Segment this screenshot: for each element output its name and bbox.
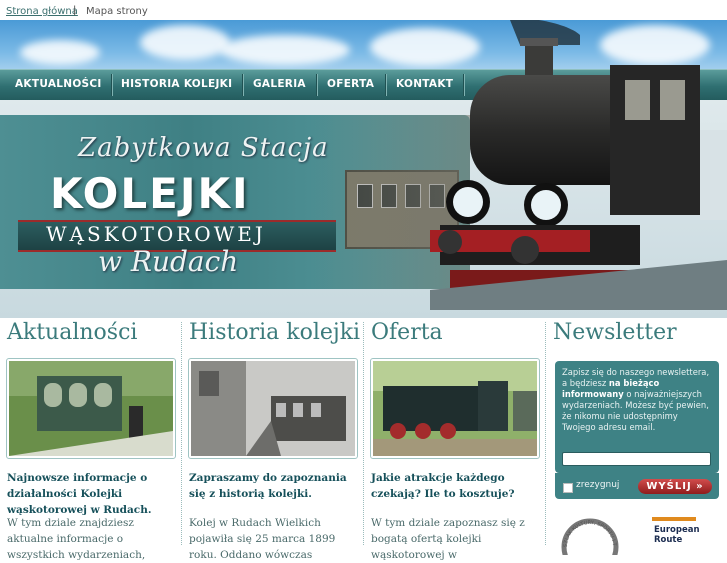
offer-photo[interactable] [370,358,540,459]
european-route-logo[interactable]: European Route [652,517,702,545]
offer-lead[interactable]: Jakie atrakcje każdego czekają? Ile to k… [371,470,541,502]
section-title-newsletter: Newsletter [553,320,677,345]
nav-item-historia[interactable]: HISTORIA KOLEJKI [121,78,232,90]
banner-title-line4: w Rudach [98,245,239,278]
history-text: Kolej w Rudach Wielkich pojawiła się 25 … [189,517,336,561]
newsletter-box: Zapisz się do naszego newslettera, a będ… [555,361,719,473]
news-text: W tym dziale znajdziesz aktualne informa… [7,517,146,561]
nav-item-galeria[interactable]: GALERIA [253,78,306,90]
section-title-historia[interactable]: Historia kolejki [189,320,360,345]
unsubscribe-checkbox[interactable] [563,483,573,493]
locomotive-image [430,20,727,310]
banner-title-line2: KOLEJKI [50,169,250,218]
newsletter-email-input[interactable] [562,452,711,466]
newsletter-description: Zapisz się do naszego newslettera, a będ… [562,367,710,432]
nav-item-oferta[interactable]: OFERTA [327,78,374,90]
topbar-separator: | [73,5,77,16]
history-photo[interactable] [188,358,358,459]
send-arrow-icon: » [696,481,704,492]
history-lead[interactable]: Zapraszamy do zapoznania się z historią … [189,470,359,502]
news-photo[interactable] [6,358,176,459]
unsubscribe-label: zrezygnuj [576,480,620,490]
offer-text: W tym dziale zapoznasz się z bogatą ofer… [371,517,525,561]
nav-item-aktualnosci[interactable]: AKTUALNOŚCI [15,78,102,90]
culture-route-badge[interactable]: SZLAK KULTURY, SPORTU I TURYSTYKI [557,515,627,555]
banner-title-line3: WĄSKOTOROWEJ [46,222,266,246]
section-title-aktualnosci[interactable]: Aktualności [7,320,137,345]
news-lead[interactable]: Najnowsze informacje o działalności Kole… [7,470,177,518]
banner-title-line1: Zabytkowa Stacja [78,133,329,163]
send-button[interactable]: WYŚLIJ » [638,479,712,494]
section-title-oferta[interactable]: Oferta [371,320,443,345]
home-link[interactable]: Strona główna [6,6,78,17]
sitemap-link[interactable]: Mapa strony [86,6,148,17]
